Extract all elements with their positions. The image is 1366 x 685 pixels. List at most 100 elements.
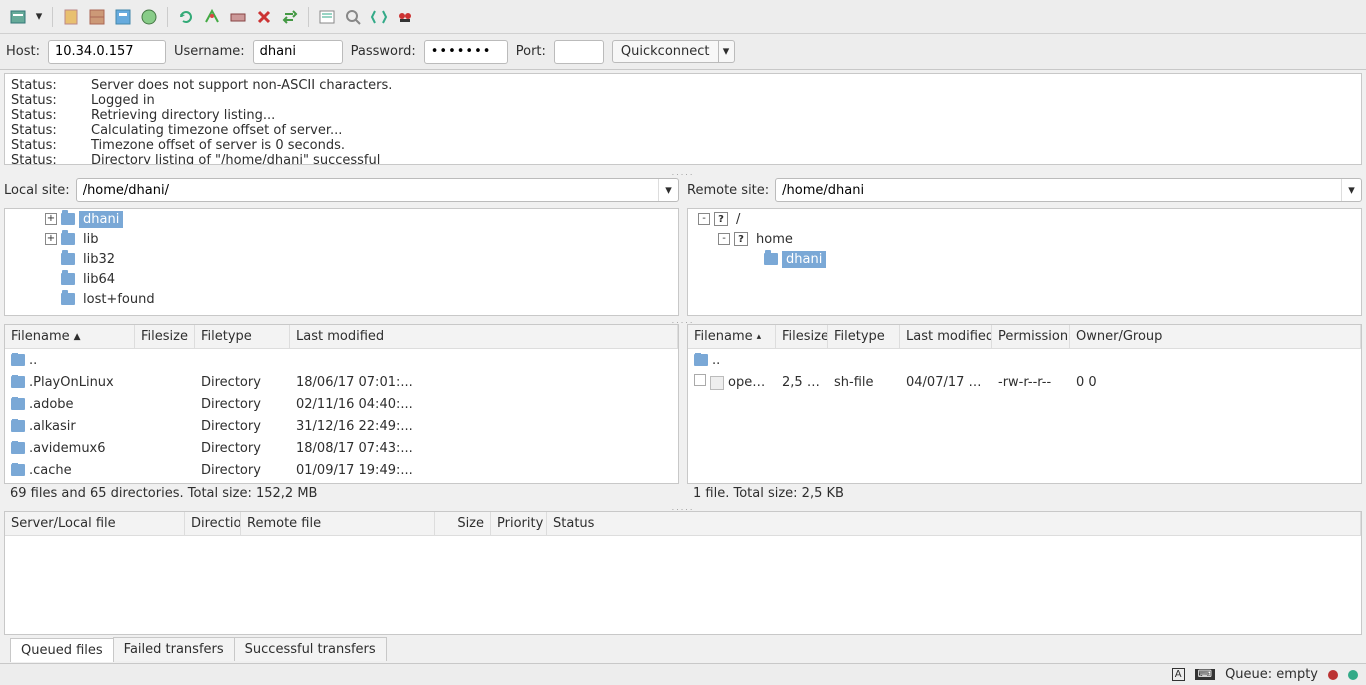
local-list-header: Filename ▲ Filesize Filetype Last modifi… (5, 325, 678, 349)
tree-node[interactable]: dhani (688, 249, 1361, 269)
tree-label: dhani (782, 251, 826, 268)
disconnect-button[interactable] (252, 5, 276, 29)
transfer-queue: Server/Local file Direction Remote file … (4, 511, 1362, 663)
tab-queued[interactable]: Queued files (10, 638, 114, 662)
remote-path-combo[interactable]: ▾ (775, 178, 1362, 202)
col-remote-file[interactable]: Remote file (241, 512, 435, 535)
username-label: Username: (174, 44, 245, 59)
remote-path-input[interactable] (776, 179, 1341, 201)
toggle-log-button[interactable] (315, 5, 339, 29)
toggle-edit-button[interactable] (59, 5, 83, 29)
site-manager-button[interactable] (6, 5, 30, 29)
list-item[interactable]: .certDirectory17/07/17 14:21:... (5, 481, 678, 483)
col-filesize[interactable]: Filesize (776, 325, 828, 348)
list-item[interactable]: .. (5, 349, 678, 371)
log-label: Status: (11, 123, 91, 138)
col-server[interactable]: Server/Local file (5, 512, 185, 535)
local-summary: 69 files and 65 directories. Total size:… (4, 484, 679, 503)
remote-summary: 1 file. Total size: 2,5 KB (687, 484, 1362, 503)
list-item[interactable]: opens...2,5 KBsh-file04/07/17 02:...-rw-… (688, 371, 1361, 393)
username-input[interactable] (253, 40, 343, 64)
list-item[interactable]: .alkasirDirectory31/12/16 22:49:... (5, 415, 678, 437)
cancel-button[interactable] (226, 5, 250, 29)
col-filename[interactable]: Filename ▲ (5, 325, 135, 348)
list-item[interactable]: .avidemux6Directory18/08/17 07:43:... (5, 437, 678, 459)
folder-icon (61, 233, 75, 245)
message-log[interactable]: Status:Server does not support non-ASCII… (4, 73, 1362, 165)
list-item[interactable]: .. (688, 349, 1361, 371)
quickconnect-dropdown[interactable]: ▾ (718, 41, 734, 62)
local-file-list[interactable]: Filename ▲ Filesize Filetype Last modifi… (4, 324, 679, 484)
toggle-queue-button[interactable] (111, 5, 135, 29)
list-item[interactable]: .adobeDirectory02/11/16 04:40:... (5, 393, 678, 415)
process-queue-button[interactable] (200, 5, 224, 29)
tree-node[interactable]: -?/ (688, 209, 1361, 229)
local-tree[interactable]: +dhani+liblib32 lib64lost+found (4, 208, 679, 316)
sort-asc-icon: ▲ (74, 332, 81, 342)
col-filetype[interactable]: Filetype (195, 325, 290, 348)
toggle-tree-button[interactable] (85, 5, 109, 29)
host-input[interactable] (48, 40, 166, 64)
col-filesize[interactable]: Filesize (135, 325, 195, 348)
list-item[interactable]: .PlayOnLinuxDirectory18/06/17 07:01:... (5, 371, 678, 393)
tree-expander[interactable]: + (45, 233, 57, 245)
tree-node[interactable]: +dhani (5, 209, 678, 229)
tab-success[interactable]: Successful transfers (234, 637, 387, 661)
tree-node[interactable]: lost+found (5, 289, 678, 309)
col-size[interactable]: Size (435, 512, 491, 535)
splitter-tree[interactable] (0, 316, 1366, 324)
separator (52, 7, 53, 27)
col-status[interactable]: Status (547, 512, 1361, 535)
tree-expander[interactable]: - (698, 213, 710, 225)
keyboard-indicator-icon: A (1172, 668, 1185, 681)
col-permissions[interactable]: Permission (992, 325, 1070, 348)
chevron-down-icon[interactable]: ▾ (658, 179, 678, 201)
col-direction[interactable]: Direction (185, 512, 241, 535)
remote-tree[interactable]: -?/-?home dhani (687, 208, 1362, 316)
col-modified[interactable]: Last modified (900, 325, 992, 348)
log-label: Status: (11, 153, 91, 165)
checkbox[interactable] (694, 374, 706, 386)
list-item[interactable]: .cacheDirectory01/09/17 19:49:... (5, 459, 678, 481)
remote-file-list[interactable]: Filename ▴ Filesize Filetype Last modifi… (687, 324, 1362, 484)
tree-node[interactable]: lib64 (5, 269, 678, 289)
tab-failed[interactable]: Failed transfers (113, 637, 235, 661)
chevron-down-icon[interactable]: ▾ (1341, 179, 1361, 201)
splitter-list[interactable] (0, 503, 1366, 511)
separator (167, 7, 168, 27)
quickconnect-button[interactable]: Quickconnect (613, 41, 718, 62)
password-input[interactable] (424, 40, 508, 64)
toggle-remote-button[interactable] (137, 5, 161, 29)
local-path-input[interactable] (77, 179, 658, 201)
col-filetype[interactable]: Filetype (828, 325, 900, 348)
folder-icon (11, 420, 25, 432)
folder-icon (61, 293, 75, 305)
tree-label: lib64 (79, 271, 119, 288)
refresh-button[interactable] (174, 5, 198, 29)
unknown-icon: ? (734, 232, 748, 246)
unknown-icon: ? (714, 212, 728, 226)
site-manager-dropdown[interactable]: ▾ (32, 9, 46, 24)
port-input[interactable] (554, 40, 604, 64)
col-filename[interactable]: Filename ▴ (688, 325, 776, 348)
tree-spacer (45, 273, 57, 285)
tree-node[interactable]: +lib (5, 229, 678, 249)
tree-node[interactable]: lib32 (5, 249, 678, 269)
local-site-label: Local site: (4, 183, 70, 198)
search-remote-button[interactable] (341, 5, 365, 29)
log-label: Status: (11, 108, 91, 123)
col-owner[interactable]: Owner/Group (1070, 325, 1361, 348)
local-path-combo[interactable]: ▾ (76, 178, 679, 202)
log-message: Retrieving directory listing... (91, 108, 275, 123)
tree-expander[interactable]: + (45, 213, 57, 225)
queue-body[interactable] (5, 536, 1361, 634)
reconnect-button[interactable] (278, 5, 302, 29)
col-modified[interactable]: Last modified (290, 325, 678, 348)
find-button[interactable] (393, 5, 417, 29)
compare-button[interactable] (367, 5, 391, 29)
col-priority[interactable]: Priority (491, 512, 547, 535)
tree-node[interactable]: -?home (688, 229, 1361, 249)
remote-site-label: Remote site: (687, 183, 769, 198)
splitter-log[interactable] (0, 168, 1366, 176)
tree-expander[interactable]: - (718, 233, 730, 245)
